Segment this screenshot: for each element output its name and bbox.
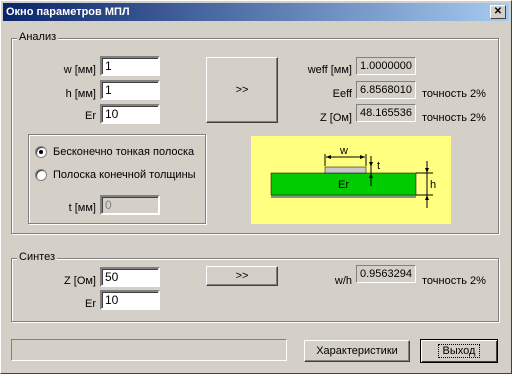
- close-icon: ✕: [493, 6, 503, 17]
- synth-er-input[interactable]: [100, 290, 160, 310]
- radio-finite-thickness-label[interactable]: Полоска конечной толщины: [53, 169, 196, 182]
- synth-er-label: Er: [85, 298, 96, 310]
- exit-button[interactable]: Выход: [420, 339, 498, 363]
- t-label: t [мм]: [68, 202, 96, 214]
- title-bar: Окно параметров МПЛ: [3, 3, 509, 21]
- z-label: Z [Ом]: [319, 112, 352, 124]
- weff-label: weff [мм]: [307, 64, 352, 76]
- weff-value: 1.0000000: [356, 57, 416, 75]
- h-label: h [мм]: [65, 88, 96, 100]
- analysis-compute-button[interactable]: >>: [206, 57, 278, 123]
- radio-finite-thickness[interactable]: [35, 169, 47, 181]
- strip-conductor: [324, 166, 367, 174]
- exit-button-label: Выход: [437, 344, 481, 358]
- er-input[interactable]: [100, 104, 160, 124]
- characteristics-button[interactable]: Характеристики: [304, 340, 410, 362]
- status-field: [11, 339, 287, 361]
- window-title: Окно параметров МПЛ: [6, 6, 130, 18]
- eeff-accuracy: точность 2%: [422, 88, 486, 100]
- synth-accuracy: точность 2%: [422, 275, 486, 287]
- ground-plane: [271, 195, 416, 198]
- synthesis-group-label: Синтез: [17, 251, 57, 264]
- diagram-w-label: w: [339, 145, 348, 157]
- wh-label: w/h: [334, 275, 352, 287]
- z-value: 48.165536: [356, 104, 416, 122]
- microstrip-diagram: w t Er h: [251, 136, 451, 224]
- close-button[interactable]: ✕: [490, 5, 506, 19]
- h-input[interactable]: [100, 80, 160, 100]
- w-label: w [мм]: [63, 64, 96, 76]
- wh-value: 0.9563294: [356, 265, 416, 283]
- er-label: Er: [85, 110, 96, 122]
- diagram-er-label: Er: [338, 179, 349, 191]
- diagram-t-label: t: [377, 160, 380, 172]
- radio-selected-dot: [39, 150, 43, 154]
- synthesis-compute-button[interactable]: >>: [206, 266, 278, 286]
- eeff-label: Eeff: [332, 88, 352, 100]
- radio-infinitely-thin[interactable]: [35, 146, 47, 158]
- radio-infinitely-thin-label[interactable]: Бесконечно тонкая полоска: [53, 146, 194, 159]
- w-input[interactable]: [100, 56, 160, 76]
- diagram-h-label: h: [430, 179, 436, 191]
- eeff-value: 6.8568010: [356, 81, 416, 99]
- t-input[interactable]: [100, 195, 160, 215]
- synth-z-label: Z [Ом]: [63, 275, 96, 287]
- synth-z-input[interactable]: [100, 267, 160, 287]
- analysis-group-label: Анализ: [17, 31, 59, 44]
- z-accuracy: точность 2%: [422, 112, 486, 124]
